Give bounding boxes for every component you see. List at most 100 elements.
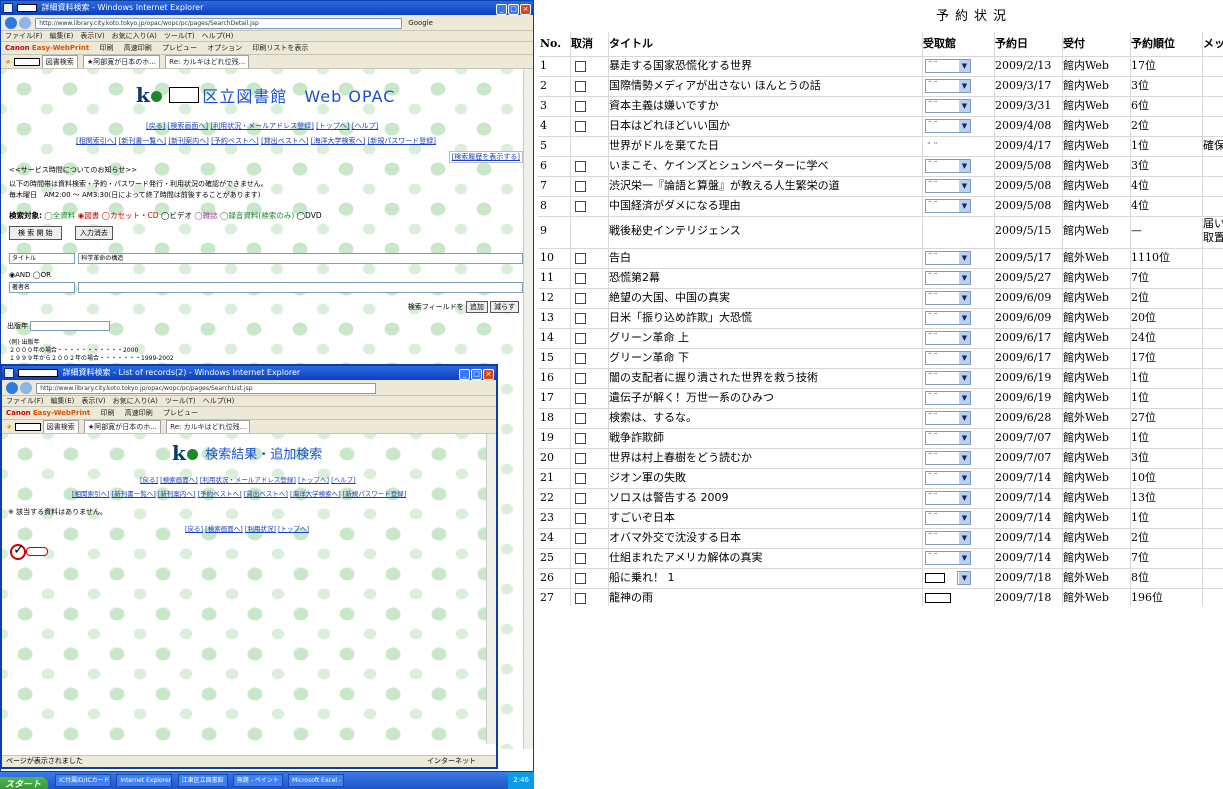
search-screen-link[interactable]: [検索画面へ] bbox=[168, 122, 208, 130]
index-link[interactable]: [相関索引へ] bbox=[72, 490, 110, 498]
target-audio[interactable]: ◯録音資料(検索のみ) bbox=[220, 211, 294, 220]
search-start-button[interactable]: 検 索 開 始 bbox=[9, 226, 62, 240]
pickup-library-select[interactable]: ¨ ¨ ▼ bbox=[925, 391, 971, 405]
favorites-star-icon[interactable]: ★ bbox=[6, 423, 12, 431]
add-field-button[interactable]: 追加 bbox=[465, 301, 488, 313]
index-link[interactable]: [相関索引へ] bbox=[76, 137, 116, 145]
favorites-star-icon[interactable]: ★ bbox=[5, 58, 11, 66]
pickup-library-select[interactable]: ¨ ¨ ▼ bbox=[925, 551, 971, 565]
chevron-down-icon[interactable]: ▼ bbox=[959, 60, 970, 72]
reserve-best-link[interactable]: [予約ベストへ] bbox=[197, 490, 241, 498]
pickup-library-select[interactable]: ¨ ¨ ▼ bbox=[925, 59, 971, 73]
chevron-down-icon[interactable]: ▼ bbox=[959, 292, 970, 304]
cancel-checkbox[interactable] bbox=[575, 532, 586, 544]
menu-edit[interactable]: 編集(E) bbox=[51, 397, 75, 405]
cancel-checkbox[interactable] bbox=[575, 180, 586, 192]
cancel-checkbox[interactable] bbox=[575, 592, 586, 604]
start-button[interactable]: スタート bbox=[0, 777, 49, 789]
target-all[interactable]: ◯全資料 bbox=[44, 211, 75, 220]
fast-print-button[interactable]: 高速印刷 bbox=[125, 409, 153, 417]
easy-webprint-label[interactable]: Easy-WebPrint bbox=[32, 44, 89, 52]
chevron-down-icon[interactable]: ▼ bbox=[959, 472, 970, 484]
chevron-down-icon[interactable]: ▼ bbox=[959, 332, 970, 344]
menu-tools[interactable]: ツール(T) bbox=[164, 32, 195, 40]
maximize-icon[interactable]: □ bbox=[508, 4, 519, 15]
pickup-library-select[interactable]: ¨ ¨ ▼ bbox=[925, 451, 971, 465]
menu-view[interactable]: 表示(V) bbox=[81, 397, 105, 405]
cancel-checkbox[interactable] bbox=[575, 352, 586, 364]
target-cassette[interactable]: ◯カセット・CD bbox=[102, 211, 159, 220]
loan-best-link[interactable]: [貸出ベストへ] bbox=[261, 137, 309, 145]
chevron-down-icon[interactable]: ▼ bbox=[959, 80, 970, 92]
tab-library-search[interactable]: 図書検索 bbox=[41, 55, 78, 68]
pickup-library-select[interactable]: ¨ ¨ ▼ bbox=[925, 411, 971, 425]
fast-print-button[interactable]: 高速印刷 bbox=[124, 44, 152, 52]
top-link[interactable]: [トップへ] bbox=[316, 122, 349, 130]
field1-select[interactable]: タイトル bbox=[9, 253, 75, 264]
minimize-icon[interactable]: _ bbox=[496, 4, 507, 15]
cancel-checkbox[interactable] bbox=[575, 120, 586, 132]
cancel-checkbox[interactable] bbox=[575, 392, 586, 404]
pickup-library-select[interactable]: ¨ ¨ ▼ bbox=[925, 199, 971, 213]
cancel-checkbox[interactable] bbox=[575, 160, 586, 172]
target-books[interactable]: ◉図書 bbox=[78, 211, 100, 220]
tab-calki[interactable]: Re: カルキはどれ位残... bbox=[165, 55, 250, 68]
address-input[interactable]: http://www.library.city.koto.tokyo.jp/op… bbox=[35, 17, 403, 29]
new-info-link[interactable]: [新刊案内へ] bbox=[168, 137, 208, 145]
option-button[interactable]: オプション bbox=[207, 44, 242, 52]
chevron-down-icon[interactable]: ▼ bbox=[959, 252, 970, 264]
print-button[interactable]: 印刷 bbox=[100, 409, 114, 417]
tab-library-search[interactable]: 図書検索 bbox=[42, 420, 79, 433]
top-link[interactable]: [トップへ] bbox=[278, 525, 309, 533]
loan-best-link[interactable]: [貸出ベストへ] bbox=[244, 490, 288, 498]
chevron-down-icon[interactable]: ▼ bbox=[959, 552, 970, 564]
new-info-link[interactable]: [新刊案内へ] bbox=[158, 490, 196, 498]
pickup-library-select[interactable]: ¨ ¨ ▼ bbox=[925, 159, 971, 173]
search-screen-link[interactable]: [検索画面へ] bbox=[205, 525, 243, 533]
field2-select[interactable]: 著者名 bbox=[9, 282, 75, 293]
taskbar-item[interactable]: IC付属ID/ICカード bbox=[55, 774, 112, 787]
back-icon[interactable] bbox=[5, 17, 17, 29]
back-icon[interactable] bbox=[6, 382, 18, 394]
pickup-library-select[interactable]: ¨ ¨ ▼ bbox=[925, 179, 971, 193]
preview-button[interactable]: プレビュー bbox=[163, 409, 198, 417]
cancel-checkbox[interactable] bbox=[575, 432, 586, 444]
back-link[interactable]: [戻る] bbox=[140, 476, 158, 484]
chevron-down-icon[interactable]: ▼ bbox=[959, 532, 970, 544]
pickup-library-select[interactable]: ▼ bbox=[957, 571, 971, 585]
menu-file[interactable]: ファイル(F) bbox=[5, 32, 43, 40]
close-icon[interactable]: × bbox=[483, 369, 494, 380]
chevron-down-icon[interactable]: ▼ bbox=[959, 272, 970, 284]
chevron-down-icon[interactable]: ▼ bbox=[959, 412, 970, 424]
reserve-best-link[interactable]: [予約ベストへ] bbox=[211, 137, 259, 145]
and-or-radio[interactable]: ◉AND ◯OR bbox=[9, 271, 51, 279]
print-list-button[interactable]: 印刷リストを表示 bbox=[252, 44, 308, 52]
chevron-down-icon[interactable]: ▼ bbox=[959, 452, 970, 464]
password-link[interactable]: [新規パスワード登録] bbox=[368, 137, 436, 145]
pickup-library-select[interactable]: ¨ ¨ ▼ bbox=[925, 511, 971, 525]
search-screen-link[interactable]: [検索画面へ] bbox=[160, 476, 198, 484]
tab-abe[interactable]: ★阿部寛が日本のホ... bbox=[82, 55, 160, 68]
cancel-checkbox[interactable] bbox=[575, 252, 586, 264]
chevron-down-icon[interactable]: ▼ bbox=[959, 100, 970, 112]
cancel-checkbox[interactable] bbox=[575, 80, 586, 92]
target-dvd[interactable]: ◯DVD bbox=[297, 211, 322, 220]
pickup-library-select[interactable]: ¨ ¨ ▼ bbox=[925, 531, 971, 545]
cancel-checkbox[interactable] bbox=[575, 292, 586, 304]
chevron-down-icon[interactable]: ▼ bbox=[959, 492, 970, 504]
window-title-bar[interactable]: 詳細資料検索 - List of records(2) - Windows In… bbox=[2, 366, 496, 380]
chevron-down-icon[interactable]: ▼ bbox=[959, 180, 970, 192]
ocean-univ-link[interactable]: [海洋大学検索へ] bbox=[290, 490, 341, 498]
window-title-bar[interactable]: 詳細資料検索 - Windows Internet Explorer _ □ × bbox=[1, 1, 533, 15]
tab-calki[interactable]: Re: カルキはどれ位残... bbox=[166, 420, 251, 433]
pickup-library-select[interactable]: ¨ ¨ ▼ bbox=[925, 311, 971, 325]
taskbar-item[interactable]: 江東区立図書館 bbox=[177, 774, 228, 787]
menu-file[interactable]: ファイル(F) bbox=[6, 397, 44, 405]
usage-link[interactable]: [利用状況] bbox=[245, 525, 276, 533]
taskbar-item[interactable]: Microsoft Excel - Bo... bbox=[287, 774, 344, 787]
pickup-library-select[interactable]: ¨ ¨ ▼ bbox=[925, 271, 971, 285]
cancel-checkbox[interactable] bbox=[575, 100, 586, 112]
remove-field-button[interactable]: 減らす bbox=[490, 301, 519, 313]
menu-view[interactable]: 表示(V) bbox=[80, 32, 104, 40]
menu-help[interactable]: ヘルプ(H) bbox=[202, 32, 234, 40]
